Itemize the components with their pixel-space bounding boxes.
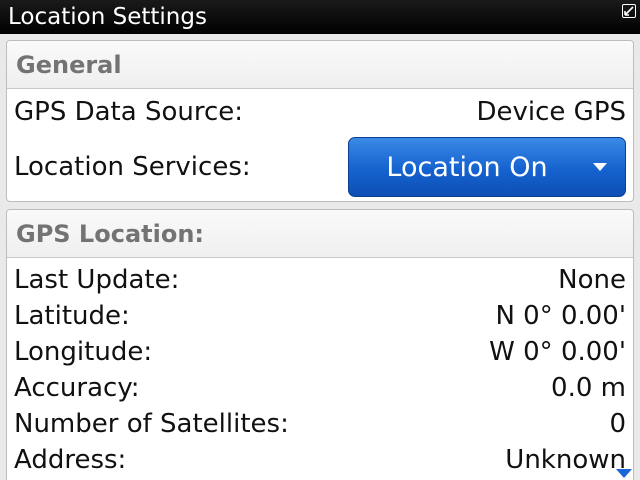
location-services-value: Location On <box>386 151 548 183</box>
location-services-label: Location Services: <box>14 152 251 182</box>
satellites-value: 0 <box>609 409 626 439</box>
window-title: Location Settings <box>8 4 207 30</box>
title-bar: Location Settings <box>0 0 640 34</box>
section-header-general: General <box>7 41 633 89</box>
chevron-down-icon <box>593 163 607 171</box>
list-item-satellites[interactable]: Number of Satellites: 0 <box>7 406 633 442</box>
latitude-value: N 0° 0.00' <box>495 301 626 331</box>
gps-data-source-row[interactable]: GPS Data Source: Device GPS <box>7 89 633 135</box>
address-label: Address: <box>14 445 127 475</box>
location-services-row: Location Services: Location On <box>7 135 633 199</box>
scroll-down-icon[interactable] <box>616 469 632 478</box>
gps-location-section: GPS Location: Last Update: None Latitude… <box>6 209 634 480</box>
gps-data-source-value[interactable]: Device GPS <box>476 97 626 127</box>
resize-icon[interactable] <box>622 4 636 18</box>
gps-location-list: Last Update: None Latitude: N 0° 0.00' L… <box>7 258 633 478</box>
location-services-dropdown[interactable]: Location On <box>348 137 626 197</box>
longitude-value: W 0° 0.00' <box>489 337 626 367</box>
list-item-longitude[interactable]: Longitude: W 0° 0.00' <box>7 334 633 370</box>
accuracy-label: Accuracy: <box>14 373 140 403</box>
gps-data-source-label: GPS Data Source: <box>14 97 243 127</box>
last-update-label: Last Update: <box>14 265 180 295</box>
latitude-label: Latitude: <box>14 301 130 331</box>
list-item-latitude[interactable]: Latitude: N 0° 0.00' <box>7 298 633 334</box>
satellites-label: Number of Satellites: <box>14 409 289 439</box>
general-section: General GPS Data Source: Device GPS Loca… <box>6 40 634 202</box>
list-item-last-update[interactable]: Last Update: None <box>7 262 633 298</box>
list-item-accuracy[interactable]: Accuracy: 0.0 m <box>7 370 633 406</box>
list-item-address[interactable]: Address: Unknown <box>7 442 633 478</box>
accuracy-value: 0.0 m <box>551 373 626 403</box>
last-update-value: None <box>558 265 626 295</box>
address-value: Unknown <box>505 445 626 475</box>
section-header-gps-location: GPS Location: <box>7 210 633 258</box>
longitude-label: Longitude: <box>14 337 153 367</box>
